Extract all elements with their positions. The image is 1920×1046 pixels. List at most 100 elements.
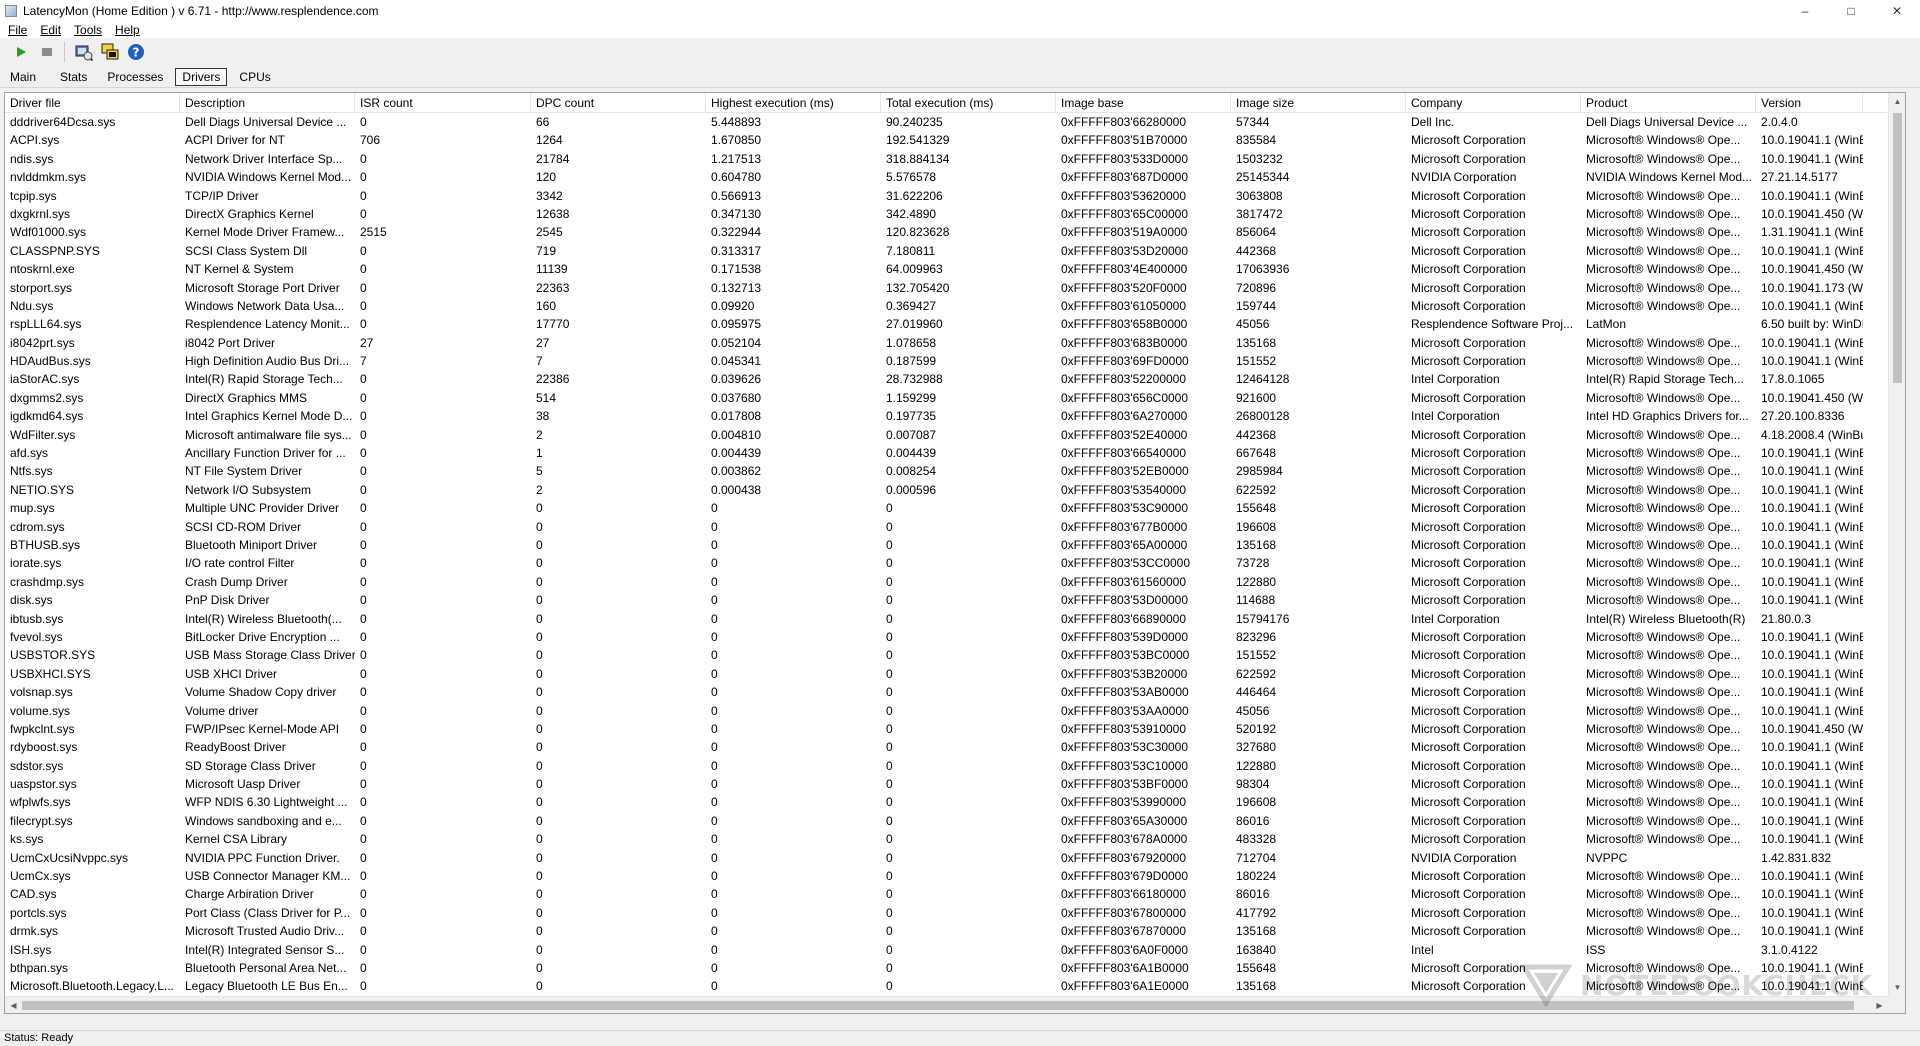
tab-stats[interactable]: Stats [54, 68, 93, 86]
table-row[interactable]: portcls.sys Port Class (Class Driver for … [5, 904, 1887, 922]
column-header[interactable]: Driver file [5, 93, 180, 113]
column-header[interactable]: DPC count [531, 93, 706, 113]
table-cell: Microsoft® Windows® Ope... [1586, 133, 1741, 148]
table-row[interactable]: CAD.sys Charge Arbiration Driver 0 0 0 0 0xFFF… [5, 885, 1887, 903]
menu-help[interactable]: Help [110, 23, 145, 37]
table-cell: 0xFFFFF803'53540000 [1061, 482, 1187, 497]
menu-file[interactable]: File [3, 23, 32, 37]
table-row[interactable]: rspLLL64.sys Resplendence Latency Monit..… [5, 315, 1887, 333]
table-cell: 0 [536, 979, 543, 994]
table-row[interactable]: USBXHCI.SYS USB XHCI Driver 0 0 0 0 0xFFFFF803… [5, 665, 1887, 683]
table-row[interactable]: iorate.sys I/O rate control Filter 0 0 0 0 0xF… [5, 554, 1887, 572]
column-header[interactable]: Image size [1231, 93, 1406, 113]
report-button[interactable] [73, 41, 95, 63]
start-button[interactable] [10, 41, 32, 63]
table-cell: 66 [536, 115, 550, 129]
table-row[interactable]: CLASSPNP.SYS SCSI Class System Dll 0 719 0.3… [5, 242, 1887, 260]
help-button[interactable]: ? [125, 41, 147, 63]
windows-button[interactable] [99, 41, 121, 63]
table-row[interactable]: dxgkrnl.sys DirectX Graphics Kernel 0 12638… [5, 205, 1887, 223]
table-row[interactable]: mup.sys Multiple UNC Provider Driver 0 0 0 0 0… [5, 499, 1887, 517]
minimize-button[interactable]: – [1782, 0, 1828, 22]
maximize-button[interactable]: □ [1828, 0, 1874, 22]
horizontal-scrollbar[interactable]: ◀ ▶ [5, 996, 1888, 1013]
table-row[interactable]: UcmCx.sys USB Connector Manager KM... 0 0 0 0… [5, 867, 1887, 885]
scroll-up-arrow-icon[interactable]: ▲ [1889, 93, 1905, 110]
table-row[interactable]: ntoskrnl.exe NT Kernel & System 0 11139 0.17… [5, 260, 1887, 278]
table-row[interactable]: uaspstor.sys Microsoft Uasp Driver 0 0 0 0 0xF… [5, 775, 1887, 793]
table-cell: 114688 [1236, 593, 1276, 608]
table-cell: 11139 [536, 262, 568, 277]
scroll-left-arrow-icon[interactable]: ◀ [5, 997, 22, 1013]
table-row[interactable]: dxgmms2.sys DirectX Graphics MMS 0 514 0.037… [5, 389, 1887, 407]
table-row[interactable]: ibtusb.sys Intel(R) Wireless Bluetooth(..… [5, 610, 1887, 628]
table-cell: 25145344 [1236, 170, 1290, 185]
table-row[interactable]: USBSTOR.SYS USB Mass Storage Class Driver… [5, 646, 1887, 664]
table-row[interactable]: rdyboost.sys ReadyBoost Driver 0 0 0 0 0xFFFFF… [5, 738, 1887, 756]
close-button[interactable]: ✕ [1874, 0, 1920, 22]
column-header[interactable]: Company [1406, 93, 1581, 113]
table-row[interactable]: cdrom.sys SCSI CD-ROM Driver 0 0 0 0 0xFFFFF80… [5, 518, 1887, 536]
table-row[interactable]: ndis.sys Network Driver Interface Sp... 0 2… [5, 150, 1887, 168]
column-header[interactable]: Description [180, 93, 355, 113]
table-row[interactable]: BTHUSB.sys Bluetooth Miniport Driver 0 0 0 0 0… [5, 536, 1887, 554]
table-row[interactable]: volsnap.sys Volume Shadow Copy driver 0 0 0 0… [5, 683, 1887, 701]
table-row[interactable]: ACPI.sys ACPI Driver for NT 706 1264 1.67085… [5, 131, 1887, 149]
stop-button[interactable] [36, 41, 58, 63]
tab-main[interactable]: Main [4, 68, 42, 86]
table-row[interactable]: dddriver64Dcsa.sys Dell Diags Universal D… [5, 113, 1887, 131]
column-header[interactable]: Image base [1056, 93, 1231, 113]
table-row[interactable]: Wdf01000.sys Kernel Mode Driver Framew...… [5, 223, 1887, 241]
scroll-down-arrow-icon[interactable]: ▼ [1889, 979, 1905, 996]
table-row[interactable]: i8042prt.sys i8042 Port Driver 27 27 0.05210… [5, 334, 1887, 352]
table-row[interactable]: ISH.sys Intel(R) Integrated Sensor S... 0 0… [5, 941, 1887, 959]
table-row[interactable]: crashdmp.sys Crash Dump Driver 0 0 0 0 0xFFFFF… [5, 573, 1887, 591]
table-row[interactable]: Ndu.sys Windows Network Data Usa... 0 160 0.… [5, 297, 1887, 315]
table-cell: 0.045341 [711, 354, 762, 369]
table-row[interactable]: storport.sys Microsoft Storage Port Drive… [5, 279, 1887, 297]
table-cell: 0xFFFFF803'53C90000 [1061, 501, 1189, 516]
vertical-scrollbar[interactable]: ▲ ▼ [1888, 93, 1905, 996]
column-header[interactable]: Product [1581, 93, 1756, 113]
table-row[interactable]: tcpip.sys TCP/IP Driver 0 3342 0.566913 31.62… [5, 187, 1887, 205]
table-row[interactable]: Microsoft.Bluetooth.Legacy.L... Legacy Bl… [5, 977, 1887, 995]
table-row[interactable]: HDAudBus.sys High Definition Audio Bus Dr… [5, 352, 1887, 370]
table-row[interactable]: filecrypt.sys Windows sandboxing and e...… [5, 812, 1887, 830]
table-row[interactable]: WdFilter.sys Microsoft antimalware file s… [5, 426, 1887, 444]
table-cell: Microsoft Corporation [1411, 703, 1526, 718]
table-row[interactable]: sdstor.sys SD Storage Class Driver 0 0 0 0 0xF… [5, 757, 1887, 775]
table-row[interactable]: fwpkclnt.sys FWP/IPsec Kernel-Mode API 0 0 0… [5, 720, 1887, 738]
table-cell: Microsoft® Windows® Ope... [1586, 262, 1741, 277]
table-row[interactable]: volume.sys Volume driver 0 0 0 0 0xFFFFF803'53… [5, 702, 1887, 720]
table-row[interactable]: fvevol.sys BitLocker Drive Encryption ...… [5, 628, 1887, 646]
table-row[interactable]: Ntfs.sys NT File System Driver 0 5 0.003862 0… [5, 462, 1887, 480]
menu-tools[interactable]: Tools [69, 23, 107, 37]
column-header[interactable]: Total execution (ms) [881, 93, 1056, 113]
table-row[interactable]: wfplwfs.sys WFP NDIS 6.30 Lightweight ...… [5, 793, 1887, 811]
column-header[interactable]: ISR count [355, 93, 531, 113]
table-row[interactable]: NETIO.SYS Network I/O Subsystem 0 2 0.000438… [5, 481, 1887, 499]
table-cell: NVPPC [1586, 850, 1628, 865]
table-row[interactable]: iaStorAC.sys Intel(R) Rapid Storage Tech.… [5, 370, 1887, 388]
table-row[interactable]: bthpan.sys Bluetooth Personal Area Net...… [5, 959, 1887, 977]
table-cell: USB Connector Manager KM... [185, 869, 351, 884]
table-row[interactable]: nvlddmkm.sys NVIDIA Windows Kernel Mod...… [5, 168, 1887, 186]
menu-edit[interactable]: Edit [35, 23, 66, 37]
table-row[interactable]: drmk.sys Microsoft Trusted Audio Driv... 0… [5, 922, 1887, 940]
table-row[interactable]: igdkmd64.sys Intel Graphics Kernel Mode D… [5, 407, 1887, 425]
tab-processes[interactable]: Processes [101, 68, 169, 86]
horizontal-scroll-thumb[interactable] [22, 1001, 1854, 1010]
table-row[interactable]: ks.sys Kernel CSA Library 0 0 0 0 0xFFFFF803'6… [5, 830, 1887, 848]
table-cell: Microsoft Corporation [1411, 924, 1526, 939]
tab-drivers[interactable]: Drivers [175, 67, 228, 86]
drivers-table[interactable]: Driver file Description ISR count DPC count… [4, 92, 1906, 1014]
table-row[interactable]: disk.sys PnP Disk Driver 0 0 0 0 0xFFFFF803'53… [5, 591, 1887, 609]
tab-cpus[interactable]: CPUs [233, 68, 276, 86]
table-row[interactable]: afd.sys Ancillary Function Driver for ...… [5, 444, 1887, 462]
table-row[interactable]: UcmCxUcsiNvppc.sys NVIDIA PPC Function Dr… [5, 849, 1887, 867]
column-header[interactable]: Version [1756, 93, 1863, 113]
table-cell: 2 [536, 427, 543, 442]
scroll-right-arrow-icon[interactable]: ▶ [1871, 997, 1888, 1013]
column-header[interactable]: Highest execution (ms) [706, 93, 881, 113]
vertical-scroll-thumb[interactable] [1893, 113, 1902, 383]
